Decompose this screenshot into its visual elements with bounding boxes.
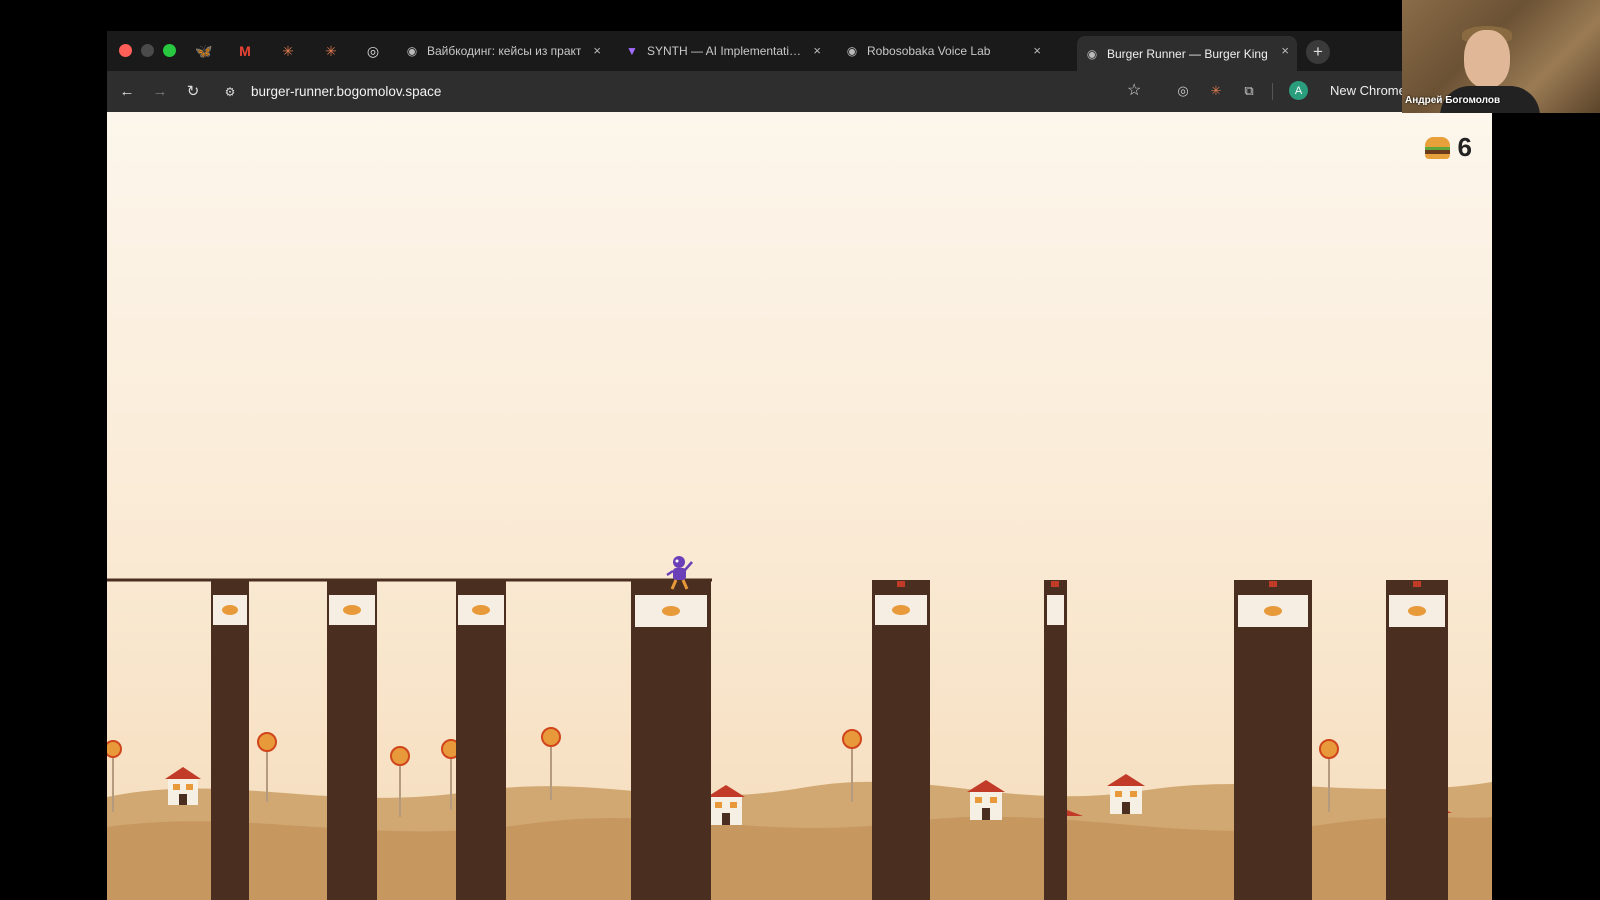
player-character	[666, 556, 693, 590]
toolbar-divider	[1272, 83, 1273, 100]
globe-icon: ◉	[1086, 46, 1098, 61]
house	[165, 767, 201, 805]
house	[967, 780, 1005, 820]
address-bar[interactable]: ⚙ burger-runner.bogomolov.space	[219, 77, 1279, 106]
synth-icon: ▼	[626, 44, 638, 58]
pillar	[631, 580, 711, 900]
browser-window: 🦋 M ✳ ✳ ◎ ◉ Вайбкодинг: кейсы из практ ×…	[107, 31, 1492, 900]
extension-sparkle-icon[interactable]: ✳	[1206, 81, 1226, 101]
back-arrow-icon[interactable]: ←	[116, 80, 138, 102]
bookmark-star-icon[interactable]: ☆	[1127, 80, 1141, 100]
close-tab-button[interactable]: ×	[813, 43, 821, 58]
extensions-puzzle-icon[interactable]: ⧉	[1239, 81, 1259, 101]
minimize-window-button[interactable]	[141, 44, 154, 57]
profile-avatar[interactable]: A	[1289, 81, 1308, 100]
pillar	[1044, 580, 1067, 900]
browser-toolbar: ← → ↻ ⚙ burger-runner.bogomolov.space ☆ …	[107, 71, 1492, 112]
pinned-tab-sparkle-icon[interactable]: ✳	[320, 40, 342, 62]
tab-burger-runner[interactable]: ◉ Burger Runner — Burger King ×	[1077, 36, 1297, 71]
url-text[interactable]: burger-runner.bogomolov.space	[251, 84, 441, 99]
forward-arrow-icon[interactable]: →	[149, 80, 171, 102]
pinned-tab-openai-icon[interactable]: ◎	[362, 40, 384, 62]
globe-icon: ◉	[406, 44, 418, 58]
house	[707, 785, 745, 825]
webcam-overlay: Андрей Богомолов	[1402, 0, 1600, 113]
new-tab-button[interactable]: +	[1306, 40, 1330, 64]
webcam-name-label: Андрей Богомолов	[1405, 95, 1501, 106]
site-settings-icon[interactable]: ⚙	[219, 81, 241, 103]
globe-icon: ◉	[846, 44, 858, 58]
tab-synth[interactable]: ▼ SYNTH — AI Implementation ×	[617, 36, 829, 66]
pillar	[1386, 580, 1448, 900]
extension-glasses-icon[interactable]: ◎	[1173, 81, 1193, 101]
tab-title: SYNTH — AI Implementation	[647, 44, 802, 58]
pinned-tab-gmail-icon[interactable]: M	[234, 40, 256, 62]
game-viewport[interactable]: 6	[107, 112, 1492, 900]
tab-title: Burger Runner — Burger King	[1107, 46, 1268, 61]
game-scene	[107, 578, 1492, 900]
tab-title: Вайбкодинг: кейсы из практ	[427, 44, 582, 58]
tab-strip: 🦋 M ✳ ✳ ◎ ◉ Вайбкодинг: кейсы из практ ×…	[107, 31, 1492, 71]
person-face	[1464, 30, 1510, 88]
pillar	[872, 580, 930, 900]
reload-icon[interactable]: ↻	[182, 80, 204, 102]
score-value: 6	[1457, 132, 1472, 162]
close-tab-button[interactable]: ×	[1281, 43, 1289, 58]
close-tab-button[interactable]: ×	[1033, 43, 1041, 58]
tab-vibecoding[interactable]: ◉ Вайбкодинг: кейсы из практ ×	[397, 36, 609, 66]
tab-robosobaka[interactable]: ◉ Robosobaka Voice Lab ×	[837, 36, 1049, 66]
pillar	[456, 580, 506, 900]
close-window-button[interactable]	[119, 44, 132, 57]
pillar	[211, 580, 249, 900]
score-display: 6	[1424, 132, 1472, 163]
pinned-tab-sparkle-icon[interactable]: ✳	[277, 40, 299, 62]
close-tab-button[interactable]: ×	[593, 43, 601, 58]
house	[1107, 774, 1145, 814]
burger-icon	[1424, 136, 1450, 159]
pillar	[1234, 580, 1312, 900]
maximize-window-button[interactable]	[163, 44, 176, 57]
new-chrome-button[interactable]: New Chrome	[1330, 83, 1406, 98]
tab-title: Robosobaka Voice Lab	[867, 44, 991, 58]
pillar	[327, 580, 377, 900]
pinned-tab-butterfly-icon[interactable]: 🦋	[193, 40, 215, 62]
